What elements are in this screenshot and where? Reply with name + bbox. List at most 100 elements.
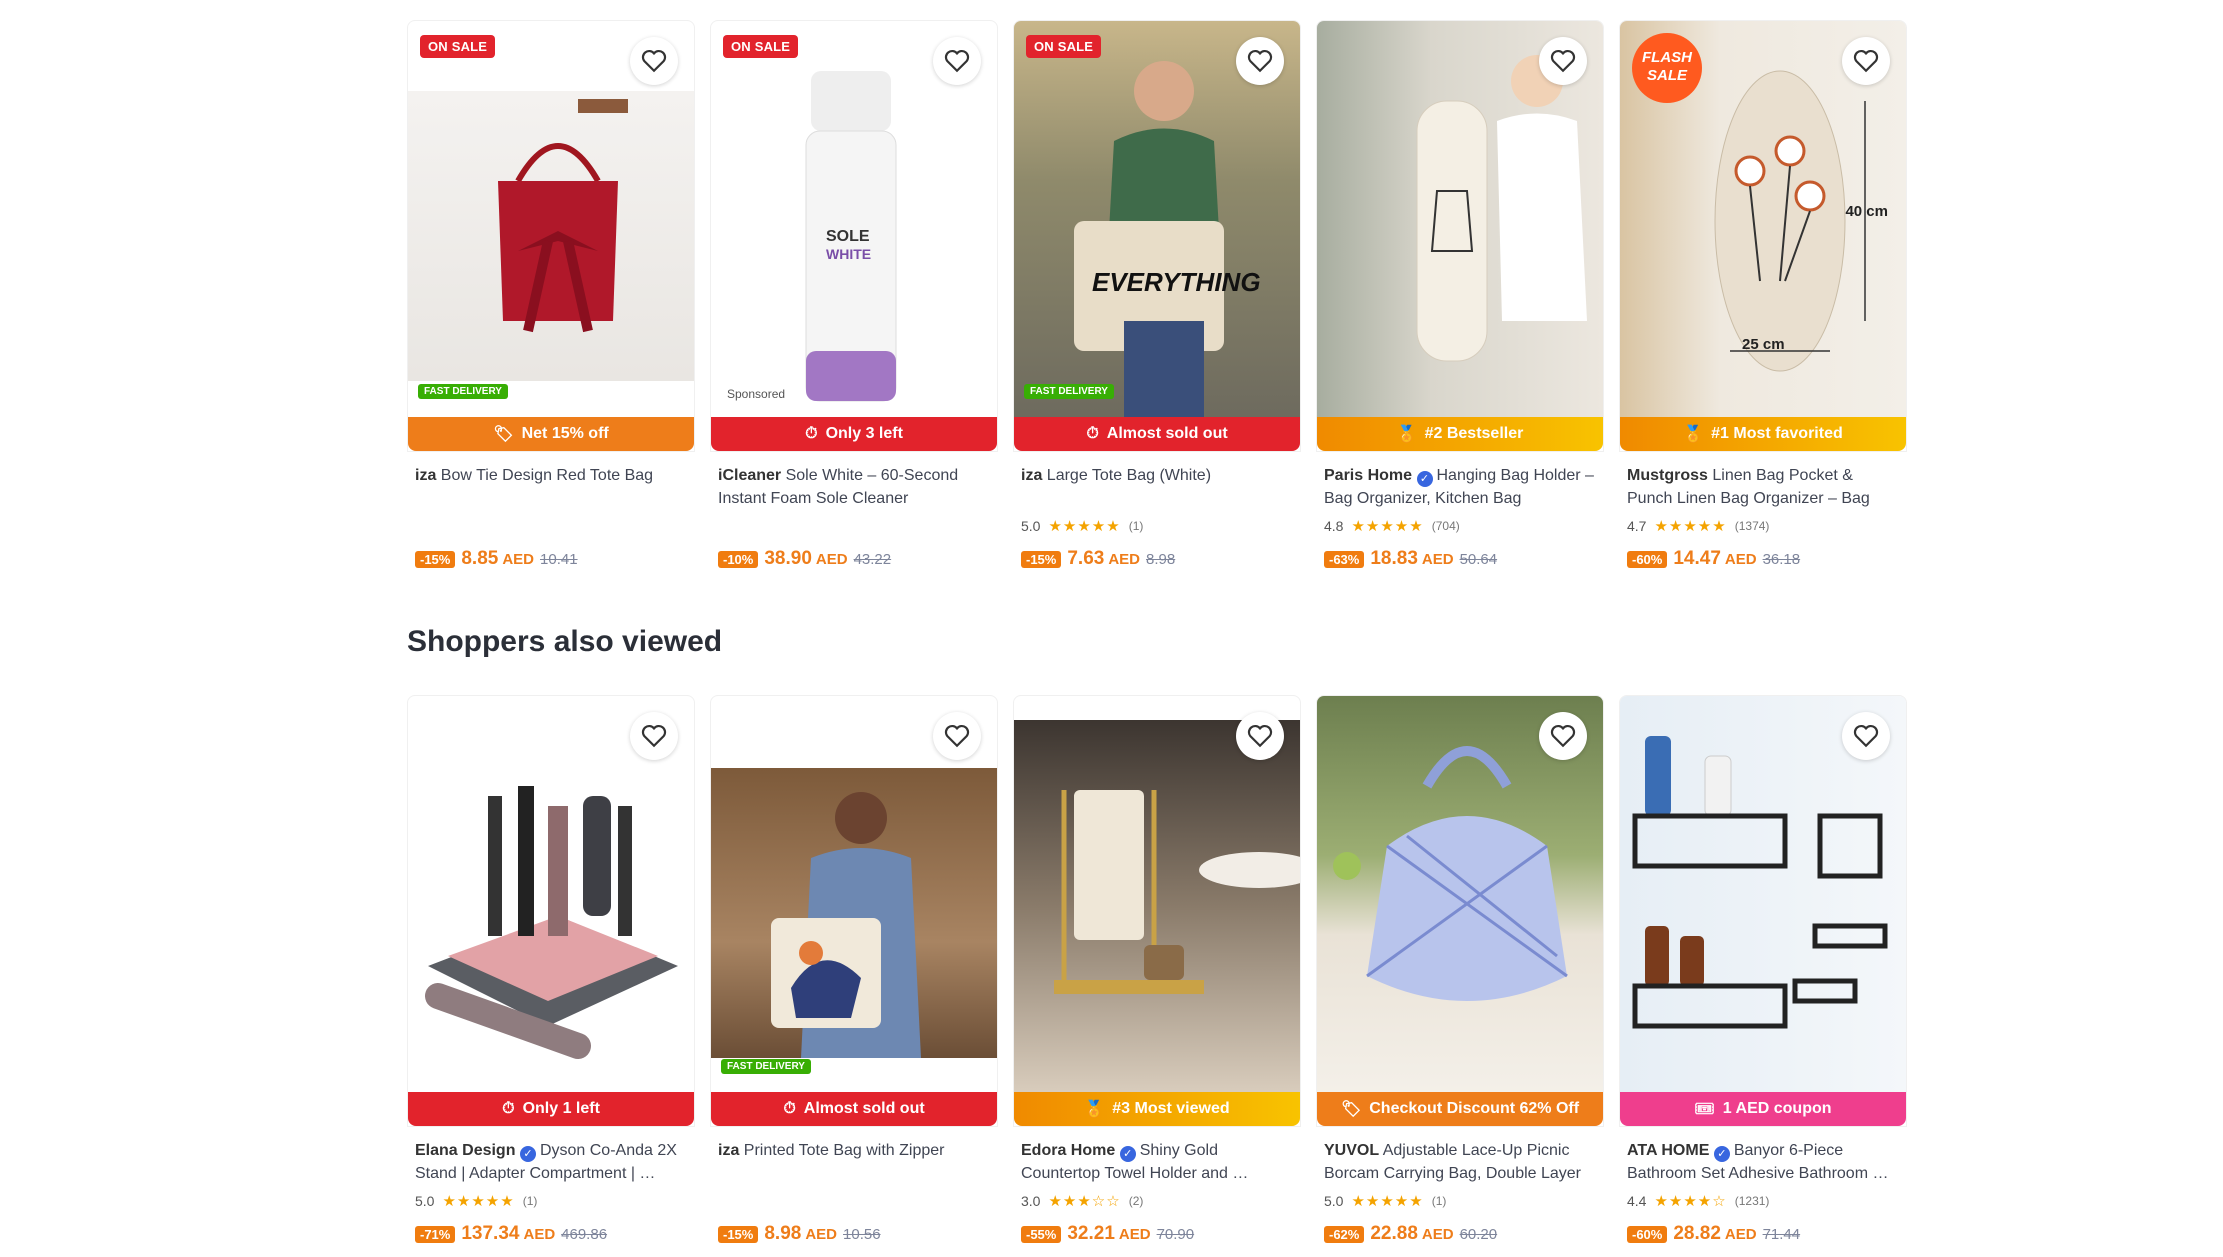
product-title[interactable]: iza Large Tote Bag (White) <box>1013 464 1301 510</box>
tag-icon: 🏷 <box>1340 1101 1362 1118</box>
svg-text:SOLE: SOLE <box>826 228 870 245</box>
wishlist-heart-icon[interactable] <box>1236 37 1284 85</box>
currency-label: AED <box>1421 1225 1454 1243</box>
product-card[interactable]: FAST DELIVERY ⏱ Almost sold out iza Prin… <box>710 695 998 1245</box>
product-card[interactable]: 🏅 #2 Bestseller Paris Home ✓ Hanging Bag … <box>1316 20 1604 570</box>
old-price: 10.56 <box>843 1225 881 1243</box>
currency-label: AED <box>815 550 848 568</box>
product-image[interactable]: 🏅 #3 Most viewed <box>1013 695 1301 1127</box>
rating-value: 5.0 <box>415 1193 435 1209</box>
product-card[interactable]: EVERYTHING ON SALE FAST DELIVERY ⏱ Almos… <box>1013 20 1301 570</box>
product-card[interactable]: 🏷 Checkout Discount 62% Off YUVOL Adjust… <box>1316 695 1604 1245</box>
old-price: 469.86 <box>561 1225 608 1243</box>
price-line: -10% 38.90 AED 43.22 <box>710 548 998 570</box>
old-price: 43.22 <box>853 550 892 568</box>
promo-strip-label: Only 3 left <box>825 425 903 442</box>
fast-delivery-badge: FAST DELIVERY <box>418 384 508 399</box>
verified-badge-icon: ✓ <box>1416 471 1433 487</box>
product-title[interactable]: iCleaner Sole White – 60-Second Instant … <box>710 464 998 510</box>
wishlist-heart-icon[interactable] <box>1539 37 1587 85</box>
brand-name: iza <box>415 467 437 484</box>
price-line: -63% 18.83 AED 50.64 <box>1316 548 1604 570</box>
photo-bag-red <box>408 91 694 381</box>
price-line: -71% 137.34 AED 469.86 <box>407 1223 695 1245</box>
product-title[interactable]: YUVOL Adjustable Lace-Up Picnic Borcam C… <box>1316 1139 1604 1185</box>
promo-strip: 🎟 1 AED coupon <box>1620 1092 1906 1126</box>
product-title[interactable]: iza Printed Tote Bag with Zipper <box>710 1139 998 1185</box>
photo-dyson-stand <box>408 736 694 1091</box>
currency-label: AED <box>523 1225 556 1243</box>
promo-strip-label: Almost sold out <box>1106 425 1228 442</box>
promo-strip-label: 1 AED coupon <box>1722 1100 1832 1117</box>
product-title[interactable]: Mustgross Linen Bag Pocket & Punch Linen… <box>1619 464 1907 510</box>
promo-strip: ⏱ Only 3 left <box>711 417 997 451</box>
wishlist-heart-icon[interactable] <box>933 37 981 85</box>
product-card[interactable]: SOLE WHITE ON SALE Sponsored ⏱ Only 3 le… <box>710 20 998 570</box>
wishlist-heart-icon[interactable] <box>1842 37 1890 85</box>
review-count: (1374) <box>1734 519 1770 533</box>
product-card[interactable]: 🏅 #3 Most viewed Edora Home ✓ Shiny Gold … <box>1013 695 1301 1245</box>
brand-name: Edora Home <box>1021 1142 1116 1159</box>
product-image[interactable]: 🏅 #2 Bestseller <box>1316 20 1604 452</box>
price-line: -60% 28.82 AED 71.44 <box>1619 1223 1907 1245</box>
product-image[interactable]: EVERYTHING ON SALE FAST DELIVERY ⏱ Almos… <box>1013 20 1301 452</box>
product-image[interactable]: FAST DELIVERY ⏱ Almost sold out <box>710 695 998 1127</box>
product-name: Printed Tote Bag with Zipper <box>743 1142 945 1159</box>
product-title[interactable]: iza Bow Tie Design Red Tote Bag <box>407 464 695 510</box>
discount-badge: -55% <box>1021 1225 1062 1243</box>
promo-strip-label: Net 15% off <box>521 425 609 442</box>
old-price: 60.20 <box>1459 1225 1498 1243</box>
product-name: Large Tote Bag (White) <box>1046 467 1212 484</box>
wishlist-heart-icon[interactable] <box>933 712 981 760</box>
brand-name: Elana Design <box>415 1142 516 1159</box>
product-image[interactable]: ON SALE FAST DELIVERY 🏷 Net 15% off <box>407 20 695 452</box>
product-card[interactable]: ⏱ Only 1 left Elana Design ✓ Dyson Co-And… <box>407 695 695 1245</box>
product-name: Bow Tie Design Red Tote Bag <box>440 467 654 484</box>
flash-sale-badge: FLASH SALE <box>1632 33 1702 103</box>
wishlist-heart-icon[interactable] <box>1539 712 1587 760</box>
promo-strip-label: #2 Bestseller <box>1424 425 1524 442</box>
rating-row <box>710 516 998 536</box>
product-card[interactable]: 40 cm 25 cm FLASH SALE 🏅 #1 Most favorit… <box>1619 20 1907 570</box>
old-price: 10.41 <box>540 550 578 568</box>
price-value: 28.82 <box>1673 1223 1721 1244</box>
product-title[interactable]: Paris Home ✓ Hanging Bag Holder – Bag Org… <box>1316 464 1604 510</box>
product-card[interactable]: ON SALE FAST DELIVERY 🏷 Net 15% off iza … <box>407 20 695 570</box>
on-sale-tag: ON SALE <box>723 35 799 58</box>
price-value: 7.63 <box>1067 548 1105 569</box>
price-line: -15% 7.63 AED 8.98 <box>1013 548 1301 570</box>
wishlist-heart-icon[interactable] <box>1842 712 1890 760</box>
price-line: -55% 32.21 AED 70.90 <box>1013 1223 1301 1245</box>
product-title[interactable]: ATA HOME ✓ Banyor 6-Piece Bathroom Set Ad… <box>1619 1139 1907 1185</box>
price-value: 8.98 <box>764 1223 802 1244</box>
product-image[interactable]: 🏷 Checkout Discount 62% Off <box>1316 695 1604 1127</box>
brand-name: iCleaner <box>718 467 782 484</box>
product-image[interactable]: 40 cm 25 cm FLASH SALE 🏅 #1 Most favorit… <box>1619 20 1907 452</box>
product-image[interactable]: ⏱ Only 1 left <box>407 695 695 1127</box>
product-title[interactable]: Edora Home ✓ Shiny Gold Countertop Towel … <box>1013 1139 1301 1185</box>
medal-icon: 🏅 <box>1396 426 1417 443</box>
review-count: (704) <box>1431 519 1460 533</box>
review-count: (2) <box>1128 1194 1144 1208</box>
towel-holder-illustration <box>1054 790 1300 994</box>
product-card[interactable]: 🎟 1 AED coupon ATA HOME ✓ Banyor 6-Piece … <box>1619 695 1907 1245</box>
product-image[interactable]: 🎟 1 AED coupon <box>1619 695 1907 1127</box>
discount-badge: -15% <box>718 1225 759 1243</box>
wishlist-heart-icon[interactable] <box>630 37 678 85</box>
promo-strip: 🏅 #2 Bestseller <box>1317 417 1603 451</box>
tag-icon: 🏷 <box>493 426 514 443</box>
old-price: 70.90 <box>1156 1225 1195 1243</box>
price-value: 22.88 <box>1370 1223 1418 1244</box>
review-count: (1) <box>1431 1194 1447 1208</box>
price-value: 32.21 <box>1067 1223 1115 1244</box>
discount-badge: -15% <box>1021 550 1062 568</box>
rating-row: 4.4 ★★★★☆ (1231) <box>1619 1191 1907 1211</box>
product-title[interactable]: Elana Design ✓ Dyson Co-Anda 2X Stand | A… <box>407 1139 695 1185</box>
wishlist-heart-icon[interactable] <box>1236 712 1284 760</box>
promo-strip-label: #3 Most viewed <box>1112 1100 1230 1117</box>
photo-foam-cleaner: SOLE WHITE <box>711 61 997 411</box>
brand-name: Paris Home <box>1324 467 1413 484</box>
wishlist-heart-icon[interactable] <box>630 712 678 760</box>
rating-row: 5.0 ★★★★★ (1) <box>1013 516 1301 536</box>
product-image[interactable]: SOLE WHITE ON SALE Sponsored ⏱ Only 3 le… <box>710 20 998 452</box>
